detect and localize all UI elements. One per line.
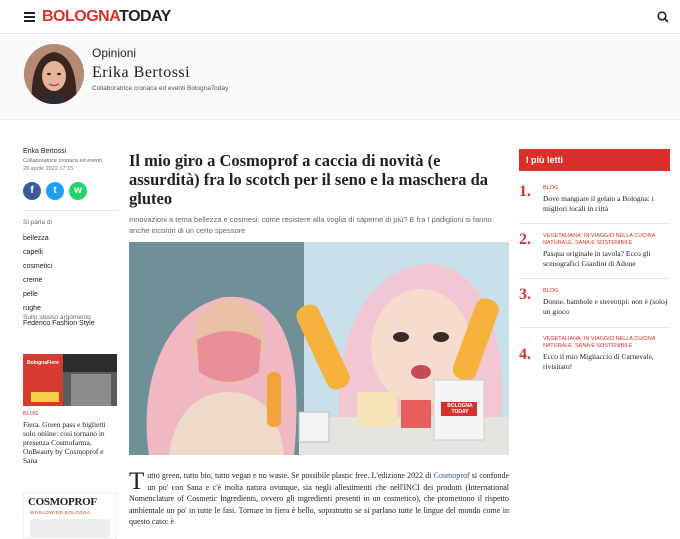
logo-part-1: BOLOGNA [42, 8, 120, 25]
related-image-caption: BolognaFiere [27, 360, 59, 366]
item-title[interactable]: Donne, bambole e stereotipi: non è (solo… [543, 297, 671, 316]
twitter-icon[interactable]: t [46, 182, 64, 200]
rank-number: 2. [519, 231, 531, 248]
item-title[interactable]: Pasqua originale in tavola? Ecco gli sce… [543, 249, 671, 268]
most-read-header: I più letti [519, 149, 670, 171]
topic-tag[interactable]: rughe [23, 305, 41, 312]
drop-cap: T [129, 468, 145, 495]
logo-part-2: TODAY [119, 8, 171, 25]
item-title[interactable]: Ecco il mio Migliaccio di Carnevale, riv… [543, 352, 671, 371]
topic-tag[interactable]: capelli [23, 249, 43, 256]
item-title[interactable]: Dove mangiare il gelato a Bologna: i mig… [543, 194, 671, 213]
article-sidebar: Erika Bertossi Collaboratrice cronaca ed… [23, 148, 119, 327]
cosmoprof-link[interactable]: Cosmoprof [434, 471, 470, 480]
related-badge: BLOG [23, 411, 39, 417]
related-article-title[interactable]: Fiera. Green pass e biglietti solo onlin… [23, 420, 119, 465]
related-article-image[interactable]: BolognaFiere [23, 354, 117, 406]
byline-author[interactable]: Erika Bertossi [23, 148, 119, 155]
byline-role: Collaboratrice cronaca ed eventi [23, 158, 102, 164]
topic-tag[interactable]: cosmetici [23, 263, 52, 270]
publish-date: 28 aprile 2022 17:15 [23, 166, 74, 172]
item-category: BLOG [543, 288, 559, 294]
avatar[interactable] [24, 44, 84, 104]
author-header: Opinioni Erika Bertossi Collaboratrice c… [0, 34, 680, 120]
site-logo[interactable]: BOLOGNATODAY [42, 8, 171, 26]
menu-icon[interactable] [24, 12, 35, 22]
item-category: BLOG [543, 185, 559, 191]
topics-heading: Si parla di [23, 219, 52, 226]
article-title: Il mio giro a Cosmoprof a caccia di novi… [129, 151, 488, 208]
article-subtitle: Innovazioni a tema bellezza e cosmesi: c… [129, 215, 492, 235]
item-category: VEGETALIANA. IN VIAGGIO NELLA CUCINA NAT… [543, 233, 656, 246]
whatsapp-icon[interactable]: w [69, 182, 87, 200]
related-heading: Sullo stesso argomento [23, 314, 91, 321]
body-text-1: utto green, tutto bio, tutto vegan e no … [147, 471, 434, 480]
cosmoprof-logo-text: COSMOPROF [28, 496, 97, 508]
topic-tag[interactable]: bellezza [23, 235, 49, 242]
topic-tag[interactable]: pelle [23, 291, 38, 298]
section-label[interactable]: Opinioni [92, 46, 136, 60]
cosmoprof-logo-sub: WORLDWIDE BOLOGNA [30, 510, 91, 515]
rank-number: 3. [519, 286, 531, 303]
divider [519, 327, 670, 328]
cosmoprof-logo-image[interactable]: COSMOPROF WORLDWIDE BOLOGNA [23, 492, 117, 539]
rank-number: 4. [519, 346, 531, 363]
divider [519, 278, 670, 279]
top-navbar: BOLOGNATODAY [0, 0, 680, 34]
item-category: VEGETALIANA. IN VIAGGIO NELLA CUCINA NAT… [543, 336, 656, 349]
hero-image-logo-text: BOLOGNA TODAY [447, 403, 473, 415]
article-body: Tutto green, tutto bio, tutto vegan e no… [129, 468, 509, 528]
facebook-icon[interactable]: f [23, 182, 41, 200]
article-hero-image[interactable]: BOLOGNA TODAY [129, 242, 509, 455]
search-icon[interactable] [657, 11, 669, 23]
topic-tag[interactable]: creme [23, 277, 42, 284]
divider [519, 223, 670, 224]
topic-tag[interactable]: Federico Fashion Style [23, 320, 95, 327]
author-name[interactable]: Erika Bertossi [92, 64, 190, 82]
rank-number: 1. [519, 183, 531, 200]
author-role: Collaboratrice cronaca ed eventi Bologna… [92, 85, 229, 92]
divider [23, 210, 119, 211]
